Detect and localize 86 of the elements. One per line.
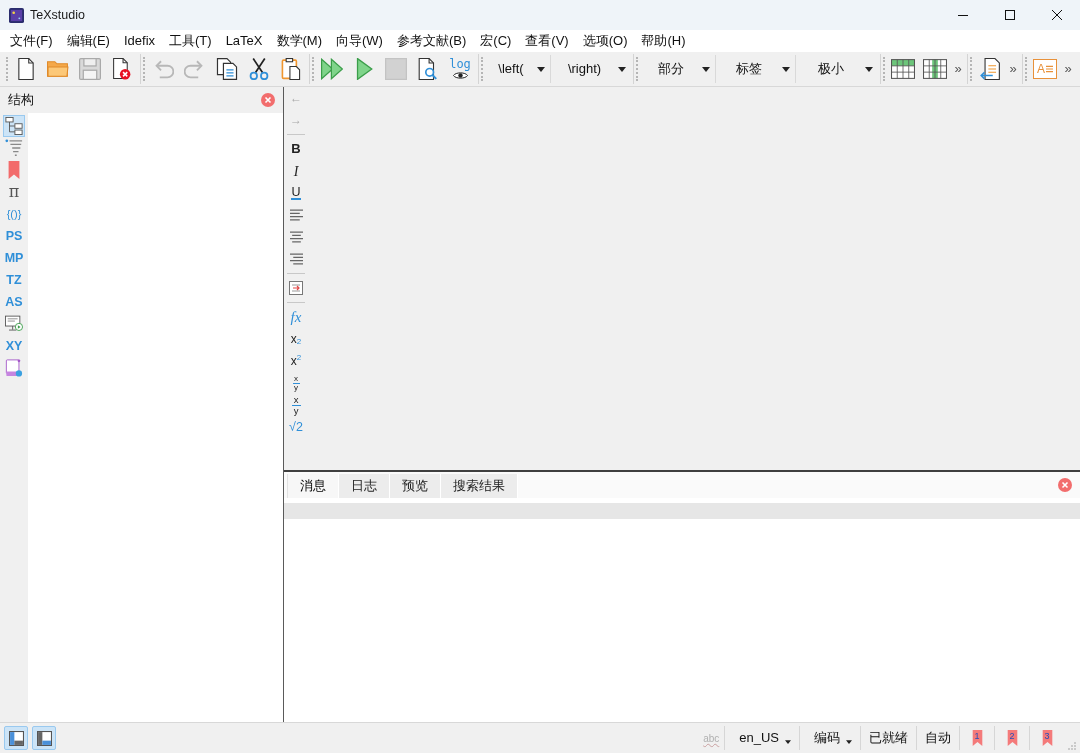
sidebar-tab[interactable]: π: [3, 181, 25, 203]
toolbar-dropdown[interactable]: 标签: [716, 55, 796, 83]
caret-icon: [618, 66, 626, 72]
panel-tab[interactable]: 预览: [390, 474, 441, 498]
menu-item[interactable]: 编辑(E): [59, 30, 117, 52]
eye-icon: [452, 70, 468, 80]
clipboard-icon: [280, 58, 302, 80]
toolbar-extension-button[interactable]: »: [1006, 55, 1020, 83]
page-insert-icon: [289, 281, 303, 295]
bookmark-icon: [1006, 730, 1019, 746]
panel-tab[interactable]: 日志: [339, 474, 390, 498]
toolbar-dropdown[interactable]: 极小: [796, 55, 878, 83]
panel-toggle-button[interactable]: [32, 726, 56, 750]
caret-icon: [537, 66, 545, 72]
monitor-play-icon: [5, 315, 23, 333]
table-column-icon: [923, 59, 947, 79]
panel-close-button[interactable]: [261, 93, 275, 107]
panel-tab[interactable]: 消息: [287, 474, 339, 498]
menu-item[interactable]: 参考文献(B): [389, 30, 474, 52]
menu-item[interactable]: 选项(O): [575, 30, 635, 52]
bold-button[interactable]: B: [285, 138, 307, 160]
subscript-button[interactable]: x2: [285, 328, 307, 350]
status-text: 已就绪: [860, 726, 916, 750]
double-play-icon: [321, 58, 343, 80]
caret-icon: [702, 66, 710, 72]
scroll-icon: [5, 359, 23, 377]
app-logo-icon: [9, 7, 24, 23]
menu-item[interactable]: 宏(C): [473, 30, 519, 52]
menu-item[interactable]: 文件(F): [3, 30, 60, 52]
status-text: 自动: [916, 726, 959, 750]
menu-item[interactable]: 帮助(H): [634, 30, 693, 52]
bookmark-icon: [1041, 730, 1054, 746]
menu-item[interactable]: 查看(V): [518, 30, 576, 52]
bottom-panel-layout-icon: [36, 730, 52, 746]
maximize-icon: [1004, 10, 1015, 20]
close-icon: [1051, 10, 1062, 20]
italic-button[interactable]: I: [285, 160, 307, 182]
align-left-icon: [289, 209, 303, 221]
toolbar-extension-button[interactable]: »: [1061, 55, 1075, 83]
copy-icon: [216, 58, 238, 80]
caret-icon: [846, 740, 852, 744]
toolbar-dropdown[interactable]: 部分: [640, 55, 716, 83]
toolbar-dropdown[interactable]: \left(: [485, 55, 551, 83]
folder-icon: [47, 58, 69, 80]
side-panel-layout-icon: [8, 730, 24, 746]
menu-item[interactable]: 数学(M): [269, 30, 329, 52]
lines-icon: [1046, 65, 1053, 73]
resize-grip-icon: [1068, 742, 1076, 750]
fraction-button[interactable]: x y: [285, 394, 307, 416]
page-close-icon: [111, 58, 133, 80]
window-title: TeXstudio: [30, 6, 85, 24]
caret-icon: [782, 66, 790, 72]
panel-title: 结构: [8, 91, 34, 110]
blank-page-icon: [15, 58, 37, 80]
caret-icon: [785, 740, 791, 744]
fraction-button[interactable]: x y: [285, 372, 307, 394]
scissors-icon: [248, 58, 270, 80]
menu-item[interactable]: Idefix: [116, 30, 163, 52]
close-icon: [1058, 478, 1072, 492]
panel-toggle-button[interactable]: [4, 726, 28, 750]
status-dropdown[interactable]: en_US: [724, 726, 799, 750]
menu-item[interactable]: 工具(T): [162, 30, 219, 52]
panel-tab[interactable]: 搜索结果: [441, 474, 518, 498]
numbered-list-icon: [5, 139, 23, 157]
close-icon: [261, 93, 275, 107]
minimize-icon: [957, 14, 968, 16]
toolbar-extension-button[interactable]: »: [951, 55, 965, 83]
toolbar-dropdown[interactable]: \right): [551, 55, 631, 83]
page-arrow-icon: [979, 58, 1001, 80]
panel-close-button[interactable]: [1058, 478, 1072, 492]
sidebar-tab[interactable]: [3, 115, 25, 137]
table-row-icon: [891, 59, 915, 79]
align-center-icon: [289, 231, 303, 243]
bookmark-icon: [971, 730, 984, 746]
sidebar-tab[interactable]: [3, 357, 25, 379]
tree-icon: [5, 117, 23, 135]
menu-item[interactable]: LaTeX: [218, 30, 270, 52]
status-dropdown[interactable]: 编码: [799, 726, 860, 750]
page-magnifier-icon: [417, 58, 439, 80]
sidebar-tab[interactable]: [3, 137, 25, 159]
menu-item[interactable]: 向导(W): [329, 30, 390, 52]
caret-icon: [865, 66, 873, 72]
underline-button[interactable]: U: [285, 182, 307, 204]
stop-square-icon: [385, 58, 407, 80]
undo-icon: [152, 58, 174, 80]
align-right-icon: [289, 253, 303, 265]
